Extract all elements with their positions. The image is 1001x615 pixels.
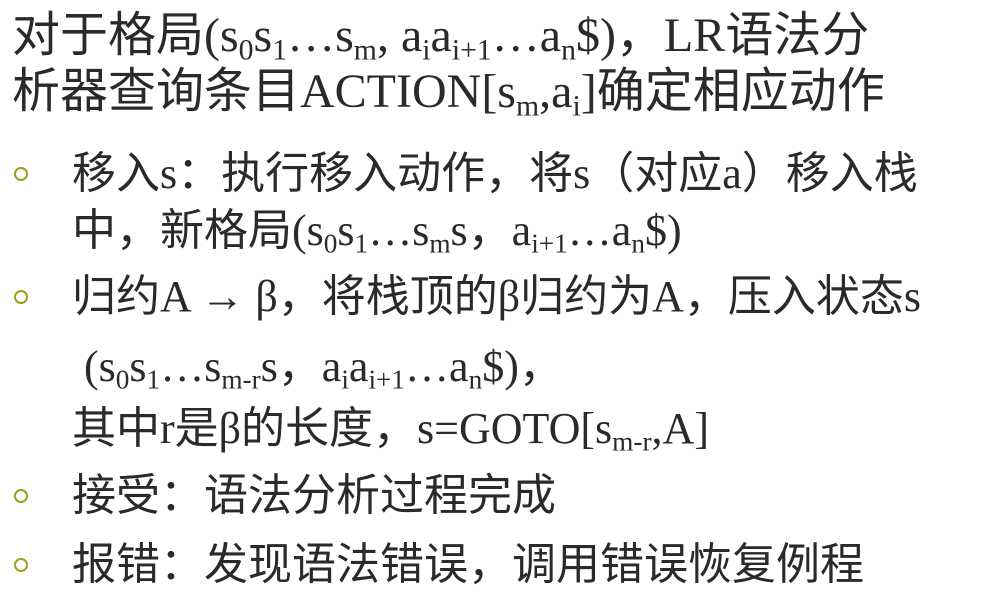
item-text: 其中r是β的长度，s=GOTO[s (72, 404, 613, 453)
circle-bullet-icon (14, 290, 28, 304)
intro-text: ]确定相应动作 (580, 65, 885, 118)
item-line: (s0s1…sm-rs，aiai+1…an$)， (84, 342, 563, 395)
intro-line-1: 对于格局(s0s1…sm, aiai+1…an$)，LR语法分 (12, 8, 997, 67)
intro-text: s (253, 9, 273, 62)
intro-text: , a (376, 9, 423, 62)
subscript: 1 (146, 364, 161, 395)
subscript: 0 (238, 33, 254, 67)
item-text: …s (368, 206, 430, 255)
intro-text: 析器查询条目ACTION[s (12, 65, 516, 118)
item-line: 移入s：执行移入动作，将s（对应a）移入栈 (72, 149, 918, 198)
item-text: $) (644, 206, 682, 255)
item-line: 其中r是β的长度，s=GOTO[sm-r,A] (72, 404, 709, 457)
item-text: s，a (450, 206, 532, 255)
subscript: i (341, 364, 349, 395)
item-text: …s (160, 342, 222, 391)
intro-text: …a (491, 9, 562, 62)
subscript: 0 (115, 364, 130, 395)
subscript: i (572, 89, 581, 123)
subscript: m (353, 33, 377, 67)
subscript: i+1 (531, 228, 568, 259)
item-line: 中，新格局(s0s1…sms，ai+1…an$) (72, 206, 682, 259)
intro-line-2: 析器查询条目ACTION[sm,ai]确定相应动作 (12, 64, 997, 123)
item-text: …a (567, 206, 632, 255)
subscript: 0 (323, 228, 338, 259)
subscript: m-r (612, 426, 652, 457)
item-text: s，a (260, 342, 342, 391)
intro-text: ,a (539, 65, 573, 118)
subscript: n (468, 364, 483, 395)
subscript: n (631, 228, 645, 259)
item-text: ,A] (651, 404, 709, 453)
item-text: $)， (482, 342, 563, 391)
intro-paragraph: 对于格局(s0s1…sm, aiai+1…an$)，LR语法分 析器查询条目AC… (12, 8, 997, 123)
circle-bullet-icon (14, 558, 28, 572)
item-text: a (348, 342, 369, 391)
intro-text: 对于格局(s (12, 9, 239, 62)
circle-bullet-icon (14, 167, 28, 181)
subscript: n (561, 33, 576, 67)
intro-text: a (430, 9, 452, 62)
subscript: i+1 (368, 364, 406, 395)
item-text: s (337, 206, 355, 255)
subscript: i+1 (451, 33, 492, 67)
subscript: m (515, 89, 540, 123)
subscript: i (422, 33, 431, 67)
item-line: 报错：发现语法错误，调用错误恢复例程 (72, 540, 864, 589)
item-text: s (129, 342, 147, 391)
intro-text: …s (287, 9, 354, 62)
intro-text: $)，LR语法分 (575, 9, 870, 62)
subscript: m-r (221, 364, 261, 395)
item-text: 中，新格局(s (72, 206, 324, 255)
item-line: 归约A → β，将栈顶的β归约为A，压入状态s (72, 272, 922, 321)
subscript: 1 (272, 33, 288, 67)
item-text: …a (405, 342, 469, 391)
subscript: m (429, 228, 451, 259)
subscript: 1 (354, 228, 369, 259)
circle-bullet-icon (14, 489, 28, 503)
item-text: (s (84, 342, 116, 391)
item-line: 接受：语法分析过程完成 (72, 471, 556, 520)
